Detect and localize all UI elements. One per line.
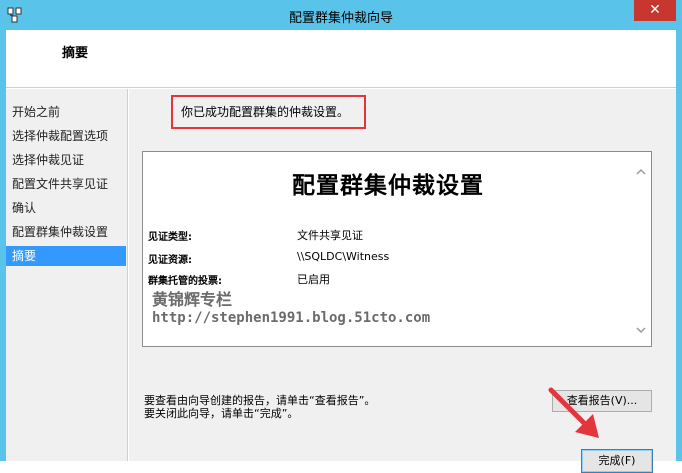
sidebar-item-configure-quorum-settings[interactable]: 配置群集仲裁设置 (6, 222, 126, 242)
sidebar-item-before-you-begin[interactable]: 开始之前 (6, 102, 126, 122)
scroll-down-icon[interactable] (635, 324, 647, 336)
close-button[interactable]: ✕ (634, 0, 676, 21)
close-wizard-hint: 要关闭此向导，请单击“完成”。 (144, 407, 299, 420)
page-title: 摘要 (62, 46, 89, 61)
report-view[interactable]: 配置群集仲裁设置 见证类型: 文件共享见证 见证资源: \\SQLDC\Witn… (142, 151, 652, 347)
report-row-key: 见证资源: (148, 255, 192, 266)
sidebar-item-select-quorum-witness[interactable]: 选择仲裁见证 (6, 150, 126, 170)
scroll-up-icon[interactable] (635, 166, 647, 178)
report-row-value: 已启用 (297, 273, 330, 286)
report-title: 配置群集仲裁设置 (292, 173, 484, 199)
watermark-url: http://stephen1991.blog.51cto.com (152, 310, 431, 326)
sidebar-item-confirmation[interactable]: 确认 (6, 198, 126, 218)
close-icon: ✕ (649, 2, 661, 18)
report-row-key: 群集托管的投票: (148, 276, 222, 287)
report-row-value: \\SQLDC\Witness (297, 250, 390, 263)
wizard-header: 摘要 (6, 30, 676, 88)
sidebar-item-configure-file-share-witness[interactable]: 配置文件共享见证 (6, 174, 126, 194)
report-row-value: 文件共享见证 (297, 229, 363, 242)
sidebar-item-summary[interactable]: 摘要 (6, 246, 126, 266)
window-title: 配置群集仲裁向导 (288, 11, 393, 26)
annotation-arrow-icon (548, 387, 599, 438)
sidebar-item-select-quorum-option[interactable]: 选择仲裁配置选项 (6, 126, 126, 146)
report-row-key: 见证类型: (148, 232, 192, 243)
watermark-title: 黄锦辉专栏 (152, 290, 233, 309)
wizard-steps-sidebar: 开始之前 选择仲裁配置选项 选择仲裁见证 配置文件共享见证 确认 配置群集仲裁设… (6, 89, 128, 461)
wizard-window: 配置群集仲裁向导 ✕ 摘要 开始之前 选择仲裁配置选项 选择仲裁见证 配置文件共… (0, 0, 682, 473)
annotation-highlight-box (171, 95, 366, 129)
finish-button[interactable]: 完成(F) (581, 449, 653, 473)
title-bar[interactable]: 配置群集仲裁向导 ✕ (0, 0, 682, 30)
